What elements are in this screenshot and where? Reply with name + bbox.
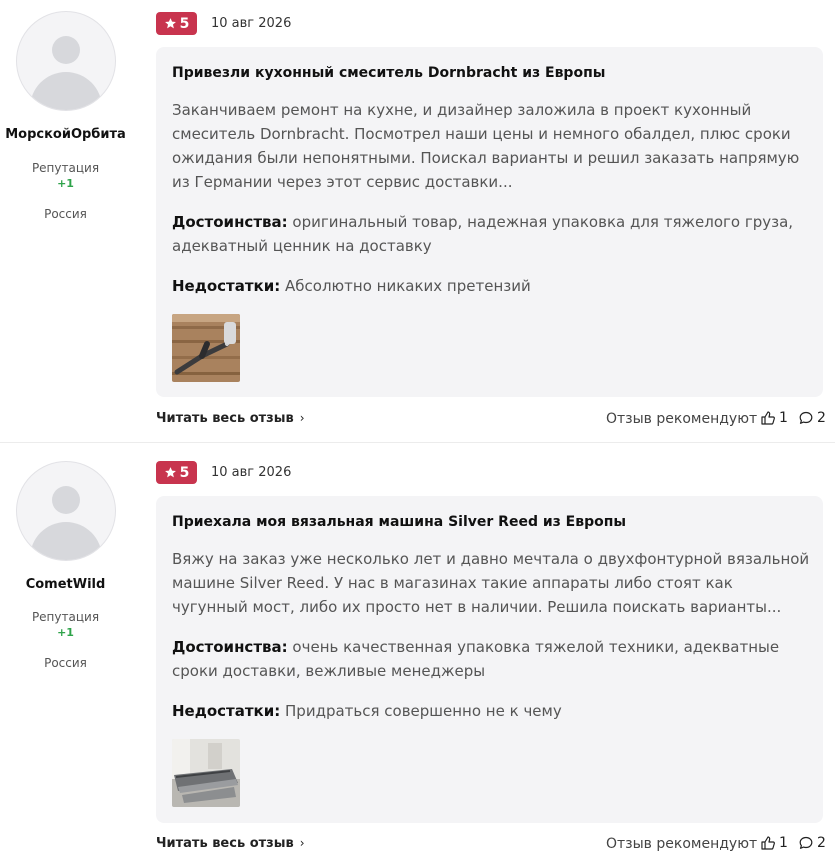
review-item: CometWild Репутация +1 Россия 5 10 авг 2…: [0, 443, 835, 861]
reputation-value: +1: [57, 177, 74, 190]
avatar[interactable]: [16, 11, 116, 111]
review-cons: Недостатки: Придраться совершенно не к ч…: [172, 699, 812, 723]
cons-label: Недостатки:: [172, 277, 281, 295]
review-item: МорскойОрбита Репутация +1 Россия 5 10 а…: [0, 0, 835, 443]
review-title[interactable]: Приехала моя вязальная машина Silver Ree…: [172, 514, 626, 530]
thumbs-up-icon: [761, 411, 775, 425]
chevron-right-icon: ›: [299, 836, 305, 850]
chevron-right-icon: ›: [299, 411, 305, 425]
reputation-value: +1: [57, 626, 74, 639]
thumbs-up-icon: [761, 836, 775, 850]
review-cons: Недостатки: Абсолютно никаких претензий: [172, 274, 812, 298]
review-card: Приехала моя вязальная машина Silver Ree…: [156, 496, 823, 823]
review-pros: Достоинства: оригинальный товар, надежна…: [172, 210, 812, 258]
reputation-label: Репутация: [31, 610, 100, 624]
review-date: 10 авг 2026: [211, 16, 292, 31]
like-button[interactable]: 1: [760, 410, 788, 426]
rating-badge: 5: [156, 461, 197, 484]
review-photo-thumbnail[interactable]: [172, 739, 240, 807]
pros-label: Достоинства:: [172, 213, 288, 231]
cons-label: Недостатки:: [172, 702, 281, 720]
avatar[interactable]: [16, 461, 116, 561]
cons-text: Придраться совершенно не к чему: [285, 702, 562, 720]
review-photo-thumbnail[interactable]: [172, 314, 240, 382]
star-icon: [164, 18, 176, 29]
comment-icon: [799, 411, 813, 424]
comment-count: 2: [817, 410, 826, 426]
like-count: 1: [779, 835, 788, 851]
comment-count: 2: [817, 835, 826, 851]
faucet-photo-icon: [172, 314, 240, 382]
recommend-label: Отзыв рекомендуют: [606, 411, 758, 427]
star-icon: [164, 467, 176, 478]
review-text: Заканчиваем ремонт на кухне, и дизайнер …: [172, 101, 800, 191]
author-name[interactable]: МорскойОрбита: [0, 127, 131, 142]
author-country: Россия: [44, 207, 87, 221]
author-name[interactable]: CometWild: [0, 577, 131, 592]
review-date: 10 авг 2026: [211, 465, 292, 480]
cons-text: Абсолютно никаких претензий: [285, 277, 531, 295]
rating-badge: 5: [156, 12, 197, 35]
read-full-review-link[interactable]: Читать весь отзыв ›: [156, 411, 305, 426]
review-text: Вяжу на заказ уже несколько лет и давно …: [172, 550, 810, 616]
comment-icon: [799, 836, 813, 849]
review-card: Привезли кухонный смеситель Dornbracht и…: [156, 47, 823, 397]
reputation-label: Репутация: [31, 161, 100, 175]
review-title[interactable]: Привезли кухонный смеситель Dornbracht и…: [172, 65, 605, 81]
like-count: 1: [779, 410, 788, 426]
rating-value: 5: [179, 464, 190, 481]
recommend-label: Отзыв рекомендуют: [606, 836, 758, 852]
comments-button[interactable]: 2: [798, 410, 826, 426]
author-country: Россия: [44, 656, 87, 670]
pros-label: Достоинства:: [172, 638, 288, 656]
knitting-machine-photo-icon: [172, 739, 240, 807]
like-button[interactable]: 1: [760, 835, 788, 851]
avatar-placeholder-icon: [52, 36, 80, 64]
rating-value: 5: [179, 15, 190, 32]
comments-button[interactable]: 2: [798, 835, 826, 851]
avatar-placeholder-icon: [52, 486, 80, 514]
read-full-review-link[interactable]: Читать весь отзыв ›: [156, 836, 305, 851]
review-pros: Достоинства: очень качественная упаковка…: [172, 635, 812, 683]
